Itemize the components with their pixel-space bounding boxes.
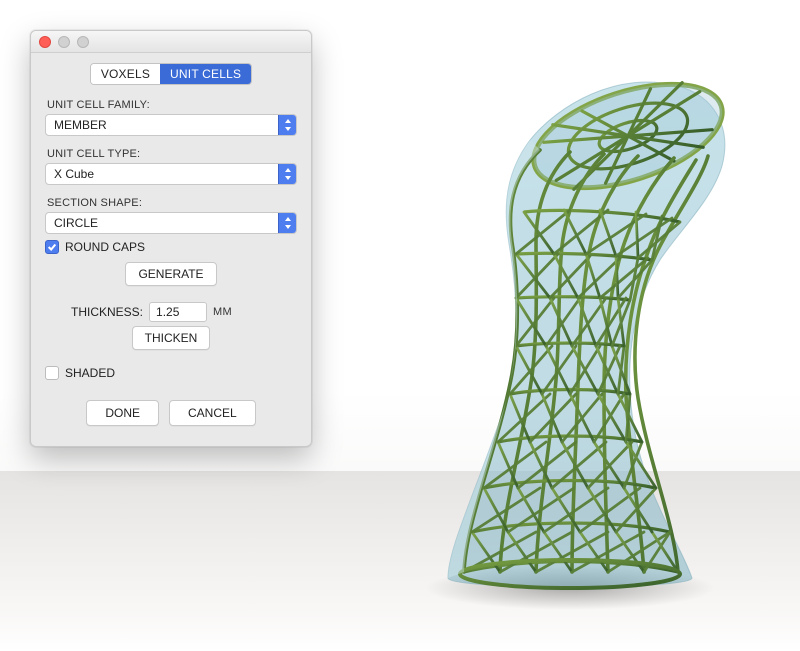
done-button[interactable]: DONE	[86, 400, 159, 426]
titlebar[interactable]	[31, 31, 311, 53]
unit-cell-type-value: X Cube	[54, 167, 94, 181]
tab-voxels[interactable]: VOXELS	[91, 64, 160, 84]
updown-chevrons-icon	[278, 213, 296, 233]
thickness-value: 1.25	[156, 305, 179, 319]
shaded-label: SHADED	[65, 366, 115, 380]
lattice-model[interactable]	[360, 50, 780, 610]
tab-unit-cells[interactable]: UNIT CELLS	[160, 64, 251, 84]
unit-cells-dialog: VOXELS UNIT CELLS UNIT CELL FAMILY: MEMB…	[30, 30, 312, 447]
unit-cell-type-select[interactable]: X Cube	[45, 163, 297, 185]
round-caps-checkbox[interactable]	[45, 240, 59, 254]
round-caps-label: ROUND CAPS	[65, 240, 145, 254]
cancel-button[interactable]: CANCEL	[169, 400, 256, 426]
unit-cell-family-value: MEMBER	[54, 118, 107, 132]
maximize-icon[interactable]	[77, 36, 89, 48]
unit-cells-form: UNIT CELL FAMILY: MEMBER UNIT CELL TYPE:…	[31, 99, 311, 446]
thickness-unit: MM	[213, 306, 232, 318]
tab-bar: VOXELS UNIT CELLS	[31, 53, 311, 93]
thickness-row: THICKNESS: 1.25 MM	[45, 302, 297, 322]
thickness-input[interactable]: 1.25	[149, 302, 207, 322]
section-shape-value: CIRCLE	[54, 216, 98, 230]
shaded-checkbox[interactable]	[45, 366, 59, 380]
thickness-label: THICKNESS:	[71, 305, 143, 319]
round-caps-row: ROUND CAPS	[45, 240, 297, 254]
shaded-row: SHADED	[45, 366, 297, 380]
unit-cell-family-select[interactable]: MEMBER	[45, 114, 297, 136]
close-icon[interactable]	[39, 36, 51, 48]
updown-chevrons-icon	[278, 164, 296, 184]
check-icon	[47, 242, 57, 252]
section-shape-select[interactable]: CIRCLE	[45, 212, 297, 234]
section-shape-label: SECTION SHAPE:	[47, 197, 297, 209]
thicken-button[interactable]: THICKEN	[132, 326, 211, 350]
unit-cell-family-label: UNIT CELL FAMILY:	[47, 99, 297, 111]
lattice-render	[360, 50, 780, 610]
unit-cell-type-label: UNIT CELL TYPE:	[47, 148, 297, 160]
generate-button[interactable]: GENERATE	[125, 262, 216, 286]
updown-chevrons-icon	[278, 115, 296, 135]
minimize-icon[interactable]	[58, 36, 70, 48]
